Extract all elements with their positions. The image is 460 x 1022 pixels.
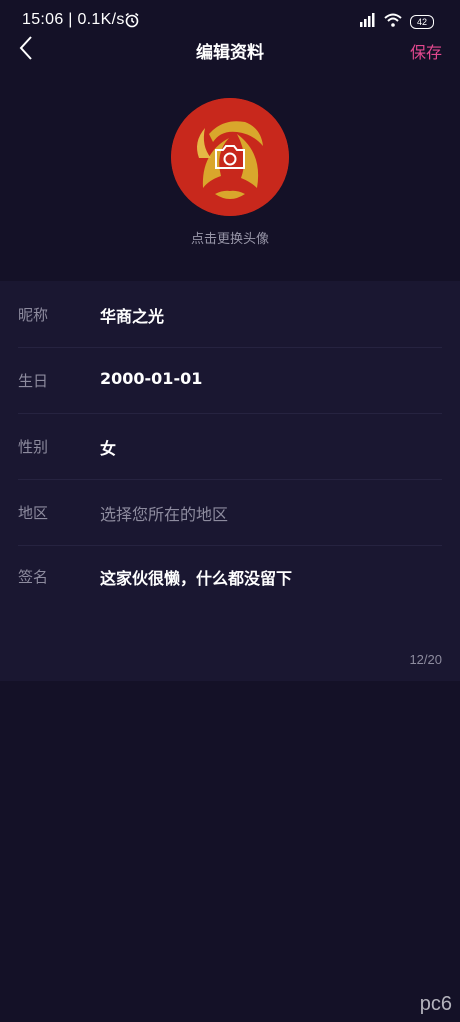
avatar[interactable] [171, 98, 289, 216]
birthday-field[interactable]: 2000-01-01 [100, 369, 202, 388]
battery-icon: 42 [410, 14, 434, 29]
region-row[interactable]: 地区 选择您所在的地区 [18, 479, 442, 546]
region-label: 地区 [18, 504, 49, 522]
page-title: 编辑资料 [196, 43, 264, 63]
profile-form: 昵称 华商之光 生日 2000-01-01 性别 女 地区 选择您所在的地区 签… [0, 281, 460, 681]
status-time: 15:06 | 0.1K/s [22, 11, 125, 28]
nickname-label: 昵称 [18, 306, 49, 324]
signature-field[interactable]: 这家伙很懒，什么都没留下 [100, 565, 292, 589]
gender-field[interactable]: 女 [100, 435, 116, 459]
camera-icon [213, 144, 247, 170]
nickname-field[interactable]: 华商之光 [100, 303, 164, 327]
gender-row[interactable]: 性别 女 [18, 413, 442, 480]
birthday-row[interactable]: 生日 2000-01-01 [18, 347, 442, 414]
save-button[interactable]: 保存 [410, 39, 442, 63]
nav-bar: 编辑资料 保存 [0, 28, 460, 72]
watermark-logo: pc6 [419, 993, 452, 1015]
nickname-row[interactable]: 昵称 华商之光 [18, 281, 442, 348]
gender-label: 性别 [18, 438, 49, 456]
signature-char-count: 12/20 [409, 652, 442, 667]
change-avatar-hint[interactable]: 点击更换头像 [0, 228, 460, 247]
signature-row[interactable]: 签名 这家伙很懒，什么都没留下 [18, 543, 442, 653]
birthday-label: 生日 [18, 372, 49, 390]
region-field[interactable]: 选择您所在的地区 [100, 501, 228, 525]
signature-label: 签名 [18, 568, 49, 586]
